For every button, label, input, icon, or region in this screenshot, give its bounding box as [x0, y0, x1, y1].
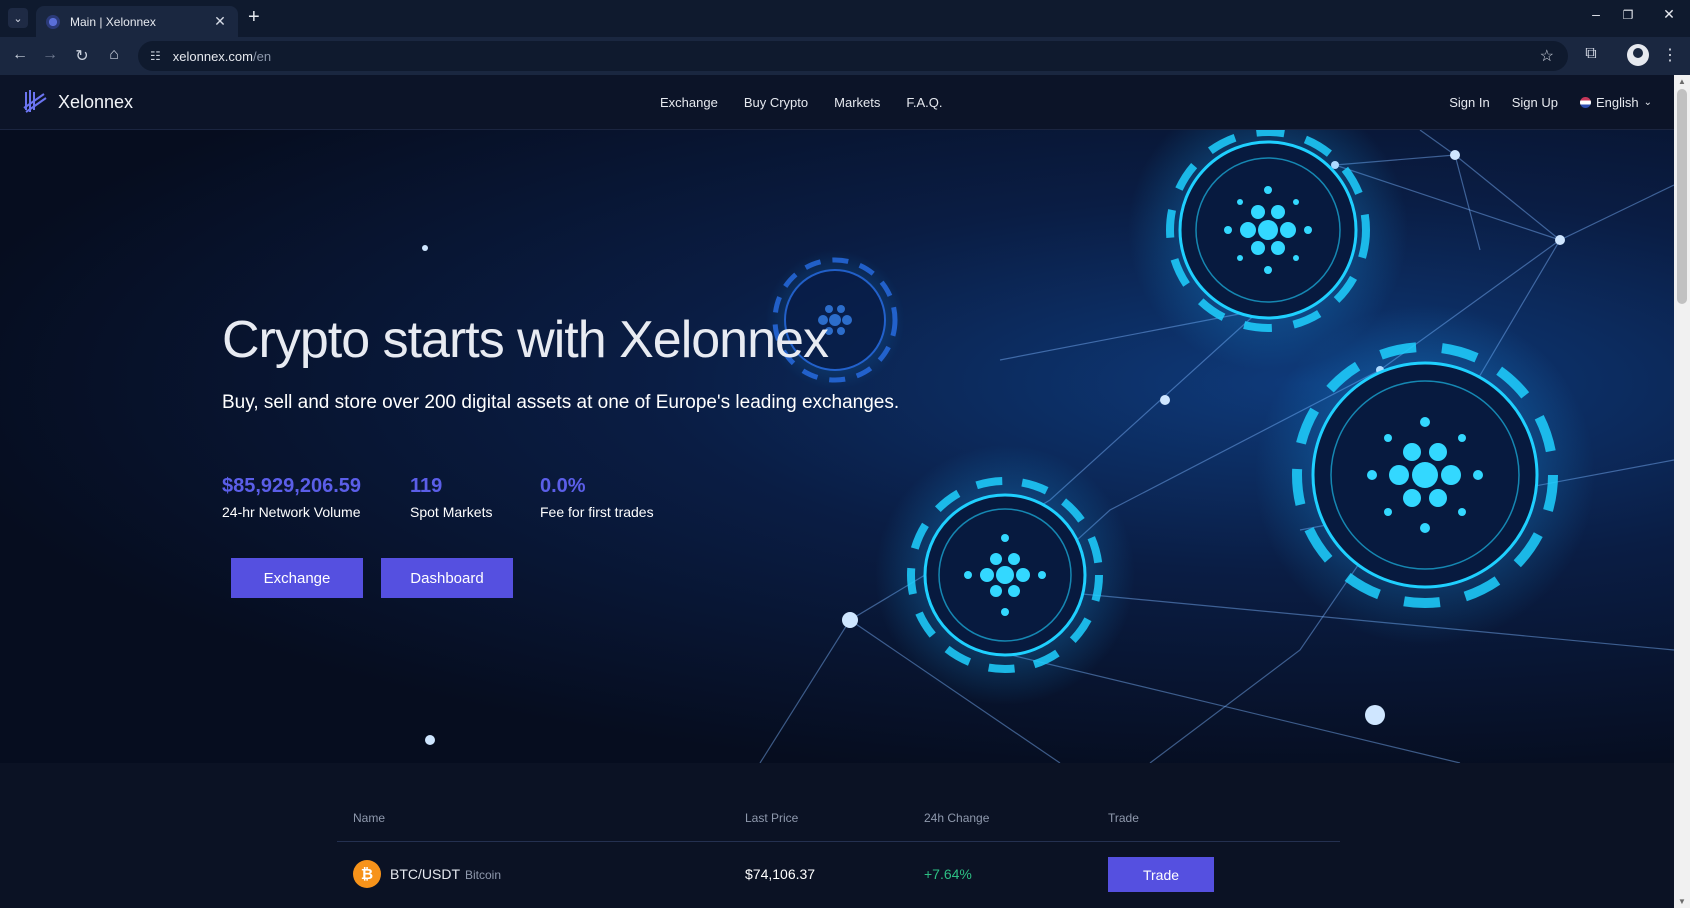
hero-section: Crypto starts with Xelonnex Buy, sell an…	[0, 130, 1674, 763]
hero-subtitle: Buy, sell and store over 200 digital ass…	[222, 392, 900, 413]
url-host: xelonnex.com	[172, 48, 253, 64]
xelonnex-logo-icon[interactable]	[22, 88, 48, 114]
exchange-button[interactable]: Exchange	[231, 558, 363, 598]
stat-network-volume: $85,929,206.59 24-hr Network Volume	[222, 475, 361, 520]
stat-value: 119	[410, 475, 443, 497]
last-price: $74,106.37	[745, 866, 816, 882]
site-favicon-icon	[46, 14, 60, 29]
stat-label: Fee for first trades	[540, 504, 654, 520]
logo-text[interactable]: Xelonnex	[58, 92, 133, 113]
nav-markets[interactable]: Markets	[834, 95, 880, 110]
crypto-coin-illustration	[875, 445, 1135, 705]
hero-title: Crypto starts with Xelonnex	[222, 311, 829, 369]
scroll-up-arrow-icon[interactable]: ▲	[1678, 77, 1686, 86]
tab-title: Main | Xelonnex	[70, 14, 156, 29]
bookmark-star-icon[interactable]: ☆	[1540, 46, 1554, 66]
stat-value: 0.0%	[540, 475, 586, 497]
site-header: Xelonnex Exchange Buy Crypto Markets F.A…	[0, 75, 1674, 130]
markets-section: Name Last Price 24h Change Trade ₿ BTC/U…	[0, 763, 1674, 908]
tab-search-chevron-icon[interactable]: ⌄	[8, 8, 28, 28]
auth-links: Sign In Sign Up English ⌄	[1449, 95, 1652, 110]
table-row[interactable]: ₿ BTC/USDT Bitcoin $74,106.37 +7.64% Tra…	[337, 842, 1340, 906]
new-tab-button[interactable]: +	[248, 7, 260, 27]
address-bar[interactable]: ☷ xelonnex.com /en ☆	[138, 41, 1568, 71]
chevron-down-icon: ⌄	[1643, 97, 1652, 108]
crypto-coin-illustration	[1255, 305, 1595, 645]
column-24h-change[interactable]: 24h Change	[924, 811, 989, 825]
market-pair[interactable]: BTC/USDT	[390, 866, 460, 882]
stat-value: $85,929,206.59	[222, 475, 362, 497]
scrollbar-thumb[interactable]	[1677, 89, 1687, 304]
column-trade: Trade	[1108, 811, 1139, 825]
sign-up-link[interactable]: Sign Up	[1512, 95, 1558, 110]
back-arrow-icon[interactable]: ←	[10, 46, 30, 64]
profile-avatar-icon[interactable]	[1627, 44, 1649, 66]
website-viewport: Xelonnex Exchange Buy Crypto Markets F.A…	[0, 75, 1674, 908]
language-selector[interactable]: English ⌄	[1579, 95, 1652, 110]
browser-tab-bar: ⌄ Main | Xelonnex ✕ + – ❐ ✕	[0, 0, 1690, 37]
flag-icon	[1579, 97, 1591, 108]
forward-arrow-icon[interactable]: →	[40, 46, 60, 64]
home-icon[interactable]: ⌂	[104, 46, 124, 64]
restore-button[interactable]: ❐	[1618, 8, 1638, 22]
column-name[interactable]: Name	[353, 811, 385, 825]
browser-toolbar: ← → ↻ ⌂ ☷ xelonnex.com /en ☆ ⧉ ⋮	[0, 37, 1690, 75]
site-info-icon[interactable]: ☷	[150, 49, 161, 63]
nav-exchange[interactable]: Exchange	[660, 95, 718, 110]
stat-spot-markets: 119 Spot Markets	[410, 475, 492, 520]
bitcoin-icon: ₿	[353, 860, 381, 888]
nav-faq[interactable]: F.A.Q.	[906, 95, 942, 110]
window-close-button[interactable]: ✕	[1659, 6, 1679, 23]
reload-icon[interactable]: ↻	[72, 46, 92, 66]
minimize-button[interactable]: –	[1586, 6, 1606, 22]
page-scrollbar[interactable]: ▲ ▼	[1674, 75, 1690, 908]
coin-name: Bitcoin	[465, 868, 502, 882]
scroll-down-arrow-icon[interactable]: ▼	[1678, 897, 1686, 906]
hero-network-illustration	[422, 130, 1674, 763]
browser-tab-active[interactable]: Main | Xelonnex ✕	[36, 6, 238, 37]
main-nav: Exchange Buy Crypto Markets F.A.Q.	[660, 95, 943, 110]
extensions-icon[interactable]: ⧉	[1580, 45, 1602, 63]
price-change: +7.64%	[924, 866, 972, 882]
trade-button[interactable]: Trade	[1108, 857, 1214, 892]
url-path: /en	[252, 48, 272, 64]
column-last-price[interactable]: Last Price	[745, 811, 798, 825]
browser-menu-icon[interactable]: ⋮	[1659, 45, 1681, 65]
tab-close-icon[interactable]: ✕	[212, 13, 228, 30]
stat-label: 24-hr Network Volume	[222, 504, 361, 520]
stat-fee: 0.0% Fee for first trades	[540, 475, 654, 520]
dashboard-button[interactable]: Dashboard	[381, 558, 513, 598]
markets-table: Name Last Price 24h Change Trade ₿ BTC/U…	[337, 799, 1340, 906]
language-label: English	[1595, 95, 1639, 110]
stat-label: Spot Markets	[410, 504, 493, 520]
table-header: Name Last Price 24h Change Trade	[337, 799, 1340, 842]
nav-buy-crypto[interactable]: Buy Crypto	[744, 95, 808, 110]
sign-in-link[interactable]: Sign In	[1449, 95, 1489, 110]
